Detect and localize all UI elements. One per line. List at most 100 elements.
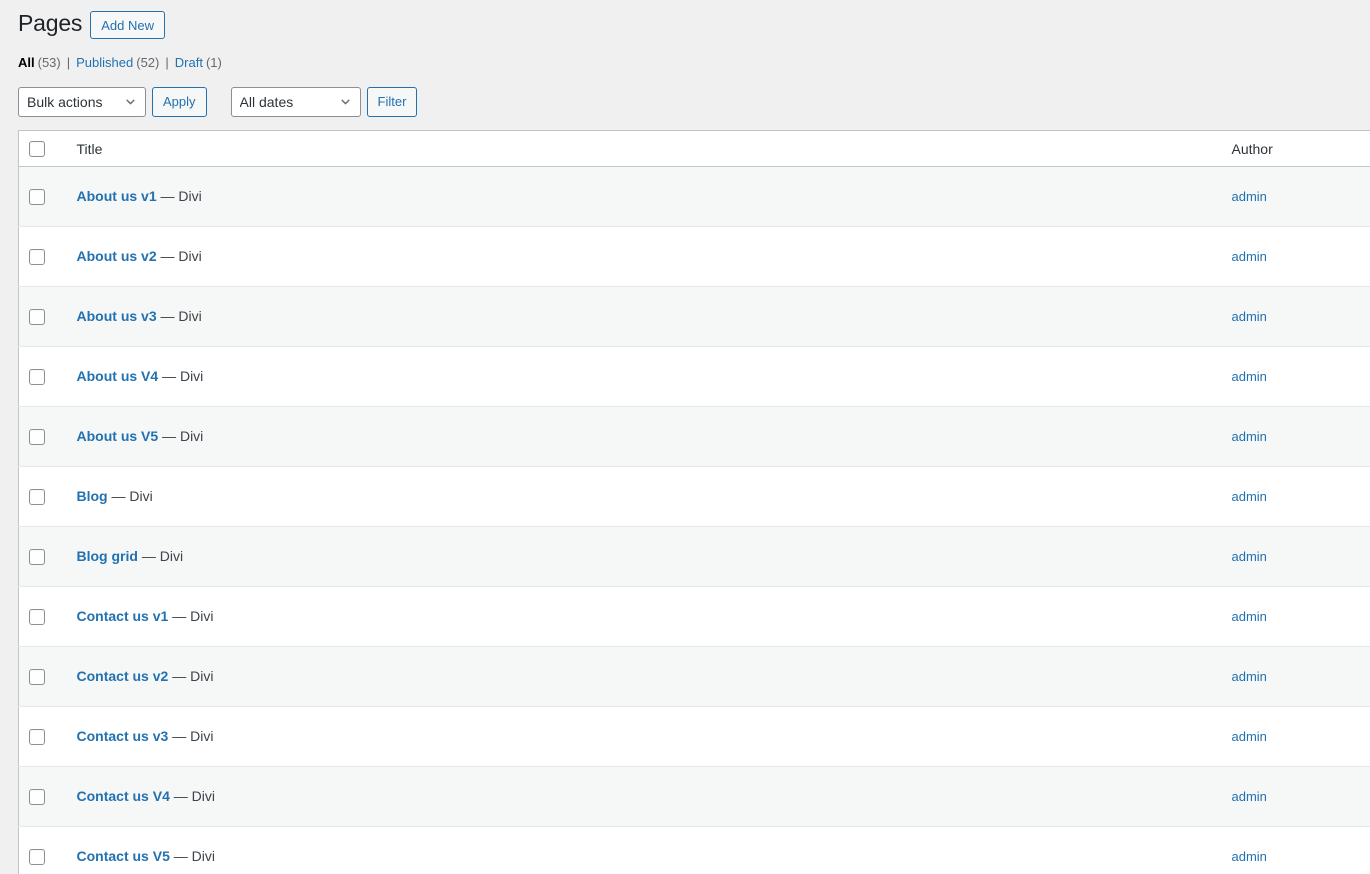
row-title-link[interactable]: Contact us v2	[77, 668, 169, 684]
row-select-cell	[19, 347, 67, 407]
bulk-actions-select[interactable]: Bulk actions	[18, 87, 146, 117]
bulk-actions-select-wrap: Bulk actions	[18, 87, 146, 117]
date-filter-group: All dates Filter	[231, 87, 418, 117]
row-select-checkbox[interactable]	[29, 429, 45, 445]
page-heading-row: Pages Add New	[0, 0, 1370, 36]
row-title-link[interactable]: Blog	[77, 488, 108, 504]
row-select-cell	[19, 767, 67, 827]
row-author-cell: admin	[1222, 527, 1370, 587]
row-author-link[interactable]: admin	[1232, 729, 1267, 744]
row-title-link[interactable]: Contact us V5	[77, 848, 170, 864]
row-select-cell	[19, 647, 67, 707]
row-author-link[interactable]: admin	[1232, 309, 1267, 324]
row-author-link[interactable]: admin	[1232, 369, 1267, 384]
row-select-checkbox[interactable]	[29, 549, 45, 565]
status-filter-published-link[interactable]: Published	[76, 50, 133, 76]
date-filter-select[interactable]: All dates	[231, 87, 361, 117]
row-select-checkbox[interactable]	[29, 849, 45, 865]
row-select-checkbox[interactable]	[29, 369, 45, 385]
status-filter-all-link[interactable]: All	[18, 50, 35, 76]
row-select-checkbox[interactable]	[29, 609, 45, 625]
row-author-cell: admin	[1222, 587, 1370, 647]
row-title-link[interactable]: Contact us V4	[77, 788, 170, 804]
row-author-cell: admin	[1222, 767, 1370, 827]
row-select-checkbox[interactable]	[29, 249, 45, 265]
row-select-cell	[19, 287, 67, 347]
status-filter-published-count: (52)	[136, 50, 159, 76]
row-title-cell: About us V4 — Divi	[67, 347, 1222, 407]
row-select-checkbox[interactable]	[29, 489, 45, 505]
row-title-suffix: — Divi	[142, 548, 183, 564]
row-select-checkbox[interactable]	[29, 789, 45, 805]
column-header-author-label: Author	[1232, 141, 1273, 157]
table-row: Contact us v2 — Diviadmin	[19, 647, 1370, 707]
row-author-cell: admin	[1222, 467, 1370, 527]
row-author-link[interactable]: admin	[1232, 609, 1267, 624]
row-author-link[interactable]: admin	[1232, 429, 1267, 444]
row-author-link[interactable]: admin	[1232, 669, 1267, 684]
sort-by-title-link[interactable]: Title	[77, 141, 103, 157]
table-row: About us v3 — Divi admin	[19, 287, 1370, 347]
row-author-link[interactable]: admin	[1232, 249, 1267, 264]
row-title-cell: About us V5 — Divi	[67, 407, 1222, 467]
row-select-cell	[19, 467, 67, 527]
row-select-checkbox[interactable]	[29, 189, 45, 205]
table-row: About us V5 — Divi admin	[19, 407, 1370, 467]
row-author-link[interactable]: admin	[1232, 789, 1267, 804]
pages-table-wrap: Title Author About us v1 — DiviadminAbou…	[18, 130, 1370, 874]
row-select-checkbox[interactable]	[29, 729, 45, 745]
row-author-link[interactable]: admin	[1232, 549, 1267, 564]
row-title-cell: Blog grid — Divi	[67, 527, 1222, 587]
row-select-cell	[19, 227, 67, 287]
add-new-button[interactable]: Add New	[90, 11, 165, 39]
status-filter-all-count: (53)	[38, 50, 61, 76]
row-author-cell: admin	[1222, 707, 1370, 767]
row-select-checkbox[interactable]	[29, 669, 45, 685]
pages-admin-page: Pages Add New All (53) | Published (52) …	[0, 0, 1370, 874]
table-row: Blog grid — Divi admin	[19, 527, 1370, 587]
row-author-link[interactable]: admin	[1232, 489, 1267, 504]
row-title-cell: Blog — Divi	[67, 467, 1222, 527]
row-select-cell	[19, 407, 67, 467]
row-title-link[interactable]: About us v1	[77, 188, 157, 204]
table-row: Contact us v3 — Divi admin	[19, 707, 1370, 767]
row-title-cell: Contact us V4 — Divi	[67, 767, 1222, 827]
row-select-cell	[19, 167, 67, 227]
table-row: Contact us V4 — Divi admin	[19, 767, 1370, 827]
row-title-link[interactable]: About us v2	[77, 248, 157, 264]
row-select-cell	[19, 527, 67, 587]
row-select-cell	[19, 827, 67, 874]
tablenav-top: Bulk actions Apply All dates	[18, 86, 1370, 118]
row-title-suffix: — Divi	[161, 248, 202, 264]
apply-button[interactable]: Apply	[152, 87, 207, 117]
row-title-link[interactable]: About us V5	[77, 428, 159, 444]
row-author-link[interactable]: admin	[1232, 849, 1267, 864]
row-title-suffix: — Divi	[172, 608, 213, 624]
row-title-link[interactable]: About us v3	[77, 308, 157, 324]
row-title-cell: Contact us v3 — Divi	[67, 707, 1222, 767]
row-title-suffix: — Divi	[172, 728, 213, 744]
row-title-link[interactable]: About us V4	[77, 368, 159, 384]
table-row: About us v2 — Divi admin	[19, 227, 1370, 287]
status-filter-draft-link[interactable]: Draft	[175, 50, 203, 76]
row-author-cell: admin	[1222, 647, 1370, 707]
filter-separator-1: |	[67, 50, 70, 76]
row-title-suffix: — Divi	[161, 308, 202, 324]
row-title-suffix: — Divi	[174, 848, 215, 864]
select-all-header	[19, 131, 67, 167]
row-title-link[interactable]: Blog grid	[77, 548, 138, 564]
row-title-link[interactable]: Contact us v1	[77, 608, 169, 624]
column-header-author: Author	[1222, 131, 1370, 167]
row-author-link[interactable]: admin	[1232, 189, 1267, 204]
filter-button[interactable]: Filter	[367, 87, 418, 117]
pages-list-table: Title Author About us v1 — DiviadminAbou…	[18, 130, 1370, 874]
row-title-cell: About us v2 — Divi	[67, 227, 1222, 287]
row-author-cell: admin	[1222, 287, 1370, 347]
status-filter-draft-count: (1)	[206, 50, 222, 76]
row-author-cell: admin	[1222, 407, 1370, 467]
row-title-link[interactable]: Contact us v3	[77, 728, 169, 744]
table-head: Title Author	[19, 131, 1370, 167]
select-all-checkbox[interactable]	[29, 141, 45, 157]
row-select-checkbox[interactable]	[29, 309, 45, 325]
row-author-cell: admin	[1222, 827, 1370, 874]
